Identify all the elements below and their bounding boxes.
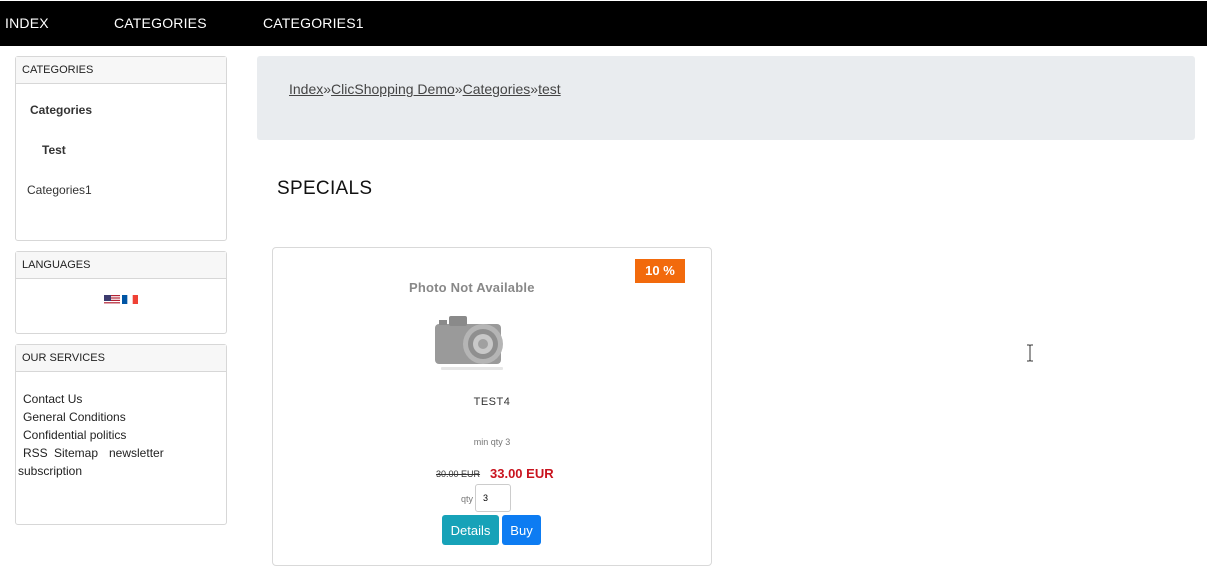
breadcrumb-separator: » (530, 81, 539, 97)
product-card: 10 % Photo Not Available TEST4 min qty 3… (272, 247, 712, 566)
nav-item-categories1[interactable]: CATEGORIES1 (263, 15, 364, 31)
us-flag-icon[interactable] (104, 293, 120, 304)
photo-not-available-text: Photo Not Available (409, 280, 535, 295)
quantity-input[interactable] (475, 484, 511, 512)
newsletter-link[interactable]: newsletter (109, 446, 164, 460)
confidential-politics-link[interactable]: Confidential politics (23, 428, 126, 442)
nav-item-index[interactable]: INDEX (5, 15, 49, 31)
camera-icon[interactable] (431, 304, 511, 374)
contact-us-link[interactable]: Contact Us (23, 392, 82, 406)
services-box: OUR SERVICES Contact Us General Conditio… (15, 344, 227, 525)
breadcrumb-item-categories[interactable]: Categories (463, 81, 531, 97)
category-item-test[interactable]: Test (42, 143, 66, 157)
languages-box: LANGUAGES (15, 251, 227, 334)
breadcrumb-trail: Index»ClicShopping Demo»Categories»test (289, 81, 561, 97)
rss-link[interactable]: RSS (23, 446, 48, 460)
breadcrumb-item-clicshopping-demo[interactable]: ClicShopping Demo (331, 81, 455, 97)
details-button[interactable]: Details (442, 515, 499, 545)
fr-flag-icon[interactable] (122, 293, 138, 304)
breadcrumb-separator: » (323, 81, 332, 97)
nav-item-categories[interactable]: CATEGORIES (114, 15, 207, 31)
breadcrumb-separator: » (454, 81, 463, 97)
min-qty-text: min qty 3 (473, 437, 511, 447)
general-conditions-link[interactable]: General Conditions (23, 410, 126, 424)
page-title: SPECIALS (277, 178, 373, 199)
special-price: 33.00 EUR (490, 466, 554, 481)
breadcrumb-item-test[interactable]: test (538, 81, 561, 97)
services-box-title: OUR SERVICES (16, 345, 226, 372)
breadcrumb-item-index[interactable]: Index (289, 81, 323, 97)
qty-label: qty (461, 494, 474, 504)
top-navbar: INDEX CATEGORIES CATEGORIES1 (0, 1, 1207, 46)
text-cursor-icon (1027, 344, 1033, 362)
discount-badge: 10 % (635, 259, 685, 283)
category-item-categories1[interactable]: Categories1 (27, 183, 92, 197)
languages-box-title: LANGUAGES (16, 252, 226, 279)
sitemap-link[interactable]: Sitemap (54, 446, 98, 460)
categories-box-title: CATEGORIES (16, 57, 226, 84)
categories-box: CATEGORIES Categories Test Categories1 (15, 56, 227, 241)
product-name[interactable]: TEST4 (273, 396, 711, 408)
breadcrumb: Index»ClicShopping Demo»Categories»test (257, 56, 1195, 140)
subscription-link[interactable]: subscription (18, 464, 82, 478)
old-price: 30.00 EUR (436, 469, 481, 479)
category-item-categories[interactable]: Categories (30, 103, 92, 117)
buy-button[interactable]: Buy (502, 515, 541, 545)
